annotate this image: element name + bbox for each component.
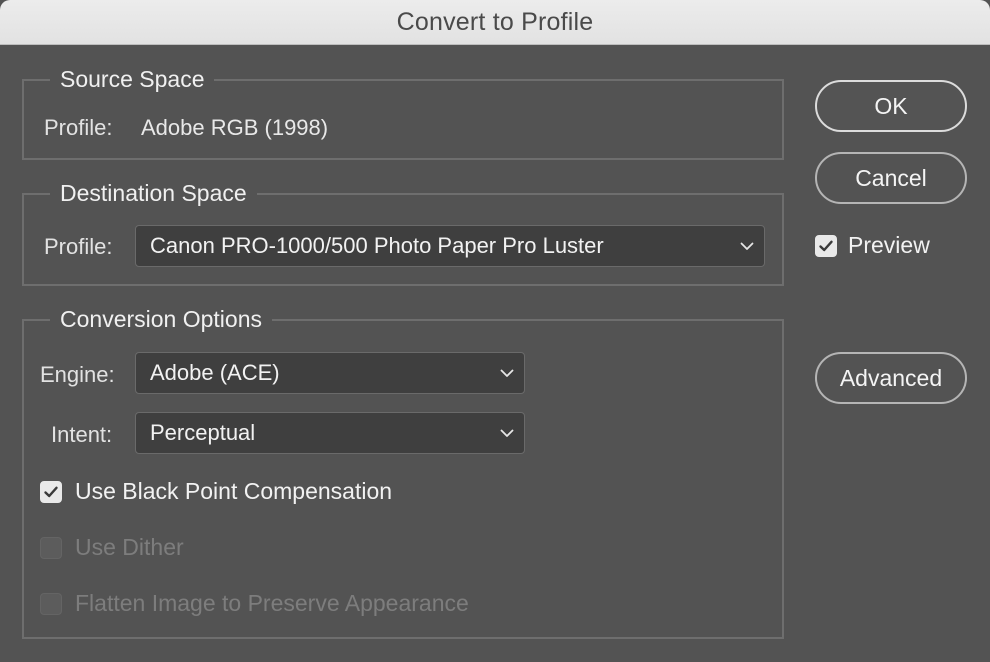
destination-profile-selected: Canon PRO-1000/500 Photo Paper Pro Luste… — [150, 233, 604, 258]
black-point-compensation-row[interactable]: Use Black Point Compensation — [40, 478, 392, 505]
destination-profile-select[interactable]: Canon PRO-1000/500 Photo Paper Pro Luste… — [135, 225, 765, 267]
preview-checkbox[interactable] — [815, 234, 837, 257]
chevron-down-icon — [730, 226, 764, 266]
engine-select[interactable]: Adobe (ACE) — [135, 352, 525, 394]
intent-selected: Perceptual — [150, 420, 256, 445]
checkmark-icon — [44, 486, 58, 497]
cancel-button[interactable]: Cancel — [815, 152, 967, 204]
source-space-group: Source Space Profile: Adobe RGB (1998) — [22, 64, 784, 160]
flatten-image-checkbox — [40, 592, 62, 615]
use-dither-label: Use Dither — [75, 534, 184, 560]
destination-profile-label: Profile: — [44, 234, 113, 259]
conversion-options-group: Conversion Options Engine: Adobe (ACE) I… — [22, 304, 784, 639]
chevron-down-icon — [490, 353, 524, 393]
engine-selected: Adobe (ACE) — [150, 360, 280, 385]
black-point-compensation-label: Use Black Point Compensation — [75, 478, 393, 504]
flatten-image-row: Flatten Image to Preserve Appearance — [40, 590, 469, 617]
intent-select[interactable]: Perceptual — [135, 412, 525, 454]
black-point-compensation-checkbox[interactable] — [40, 480, 62, 503]
use-dither-checkbox — [40, 536, 62, 559]
checkmark-icon — [819, 240, 833, 251]
source-profile-label: Profile: — [44, 115, 113, 140]
destination-space-legend: Destination Space — [50, 178, 257, 208]
preview-row[interactable]: Preview — [815, 232, 930, 259]
title-bar[interactable]: Convert to Profile — [0, 0, 990, 45]
chevron-down-icon — [490, 413, 524, 453]
ok-button[interactable]: OK — [815, 80, 967, 132]
source-profile-value: Adobe RGB (1998) — [141, 115, 329, 140]
source-space-legend: Source Space — [50, 64, 215, 94]
preview-label: Preview — [848, 232, 930, 258]
convert-to-profile-dialog: Convert to Profile Source Space Profile:… — [0, 0, 990, 662]
intent-label: Intent: — [51, 422, 113, 447]
conversion-options-legend: Conversion Options — [50, 304, 272, 334]
flatten-image-label: Flatten Image to Preserve Appearance — [75, 590, 469, 616]
destination-space-group: Destination Space Profile: Canon PRO-100… — [22, 178, 784, 286]
window-title: Convert to Profile — [396, 7, 594, 36]
advanced-button[interactable]: Advanced — [815, 352, 967, 404]
use-dither-row: Use Dither — [40, 534, 184, 561]
engine-label: Engine: — [40, 362, 115, 387]
